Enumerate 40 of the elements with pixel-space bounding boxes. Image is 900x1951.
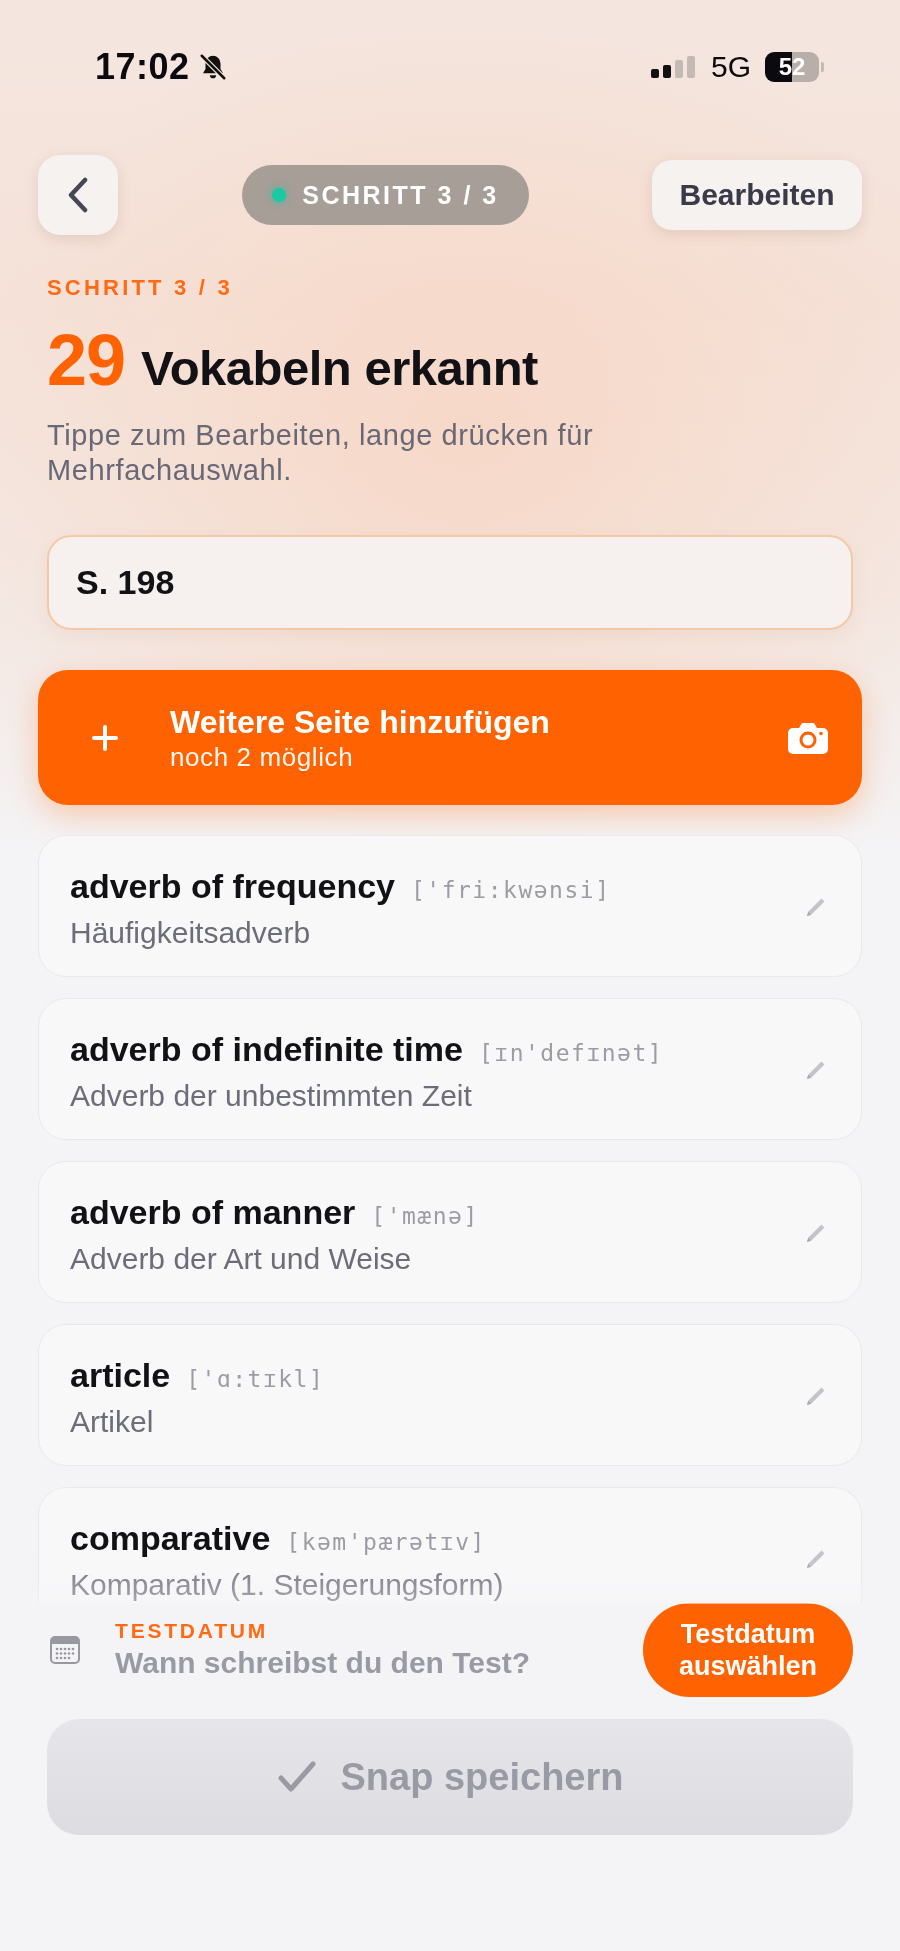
battery-indicator: 52: [765, 52, 824, 82]
phonetic-text: ['fri:kwənsi]: [411, 876, 611, 905]
phonetic-text: [ɪn'defɪnət]: [478, 1039, 664, 1068]
calendar-icon: [50, 1636, 80, 1664]
vocabulary-card[interactable]: adverb of frequency ['fri:kwənsi] Häufigkeitsadverb: [38, 835, 862, 977]
translation-text: Adverb der unbestimmten Zeit: [70, 1078, 473, 1114]
vocabulary-card[interactable]: adverb of indefinite time [ɪn'defɪnət] Adverb der unbestimmten Zeit: [38, 998, 862, 1140]
translation-text: Adverb der Art und Weise: [70, 1241, 413, 1277]
step-indicator-label: SCHRITT 3 / 3: [302, 180, 499, 210]
test-date-label: TESTDATUM: [115, 1618, 270, 1644]
translation-text: Häufigkeitsadverb: [70, 915, 312, 951]
status-dot-icon: [272, 188, 287, 202]
vocabulary-word: adverb of indefinite time: [70, 1029, 463, 1069]
translation-text: Artikel: [70, 1404, 155, 1440]
phonetic-text: ['ɑ:tɪkl]: [186, 1365, 325, 1394]
vocabulary-word: comparative: [70, 1518, 271, 1558]
phonetic-text: ['mænə]: [371, 1202, 479, 1231]
phonetic-text: [kəm'pærətɪv]: [286, 1528, 486, 1557]
vocabulary-card[interactable]: comparative [kəm'pærətɪv] Komparativ (1. Steigerungsform): [38, 1487, 862, 1604]
signal-icon: [650, 56, 697, 78]
vocabulary-card[interactable]: adverb of manner ['mænə] Adverb der Art und Weise: [38, 1161, 862, 1303]
chevron-left-icon: [67, 177, 89, 213]
test-date-prompt: Wann schreibst du den Test?: [115, 1645, 531, 1681]
page-title: Vokabeln erkannt: [141, 340, 538, 397]
plus-icon: [92, 724, 118, 751]
camera-icon: [788, 721, 828, 754]
page-field[interactable]: S. 198: [47, 535, 853, 630]
back-button[interactable]: [38, 155, 118, 235]
network-label: 5G: [710, 50, 751, 84]
vocabulary-word: article: [70, 1355, 171, 1395]
edit-button[interactable]: Bearbeiten: [652, 160, 862, 230]
vocabulary-card[interactable]: article ['ɑ:tɪkl] Artikel: [38, 1324, 862, 1466]
hint-text: Tippe zum Bearbeiten, lange drücken für Mehrfachauswahl.: [47, 418, 595, 488]
vocabulary-word: adverb of frequency: [70, 866, 395, 906]
step-label: SCHRITT 3 / 3: [47, 276, 233, 300]
status-time: 17:02: [95, 46, 190, 88]
checkmark-icon: [276, 1760, 317, 1794]
vocabulary-count: 29: [47, 322, 126, 398]
vocabulary-word: adverb of manner: [70, 1192, 356, 1232]
translation-text: Komparativ (1. Steigerungsform): [70, 1567, 504, 1603]
